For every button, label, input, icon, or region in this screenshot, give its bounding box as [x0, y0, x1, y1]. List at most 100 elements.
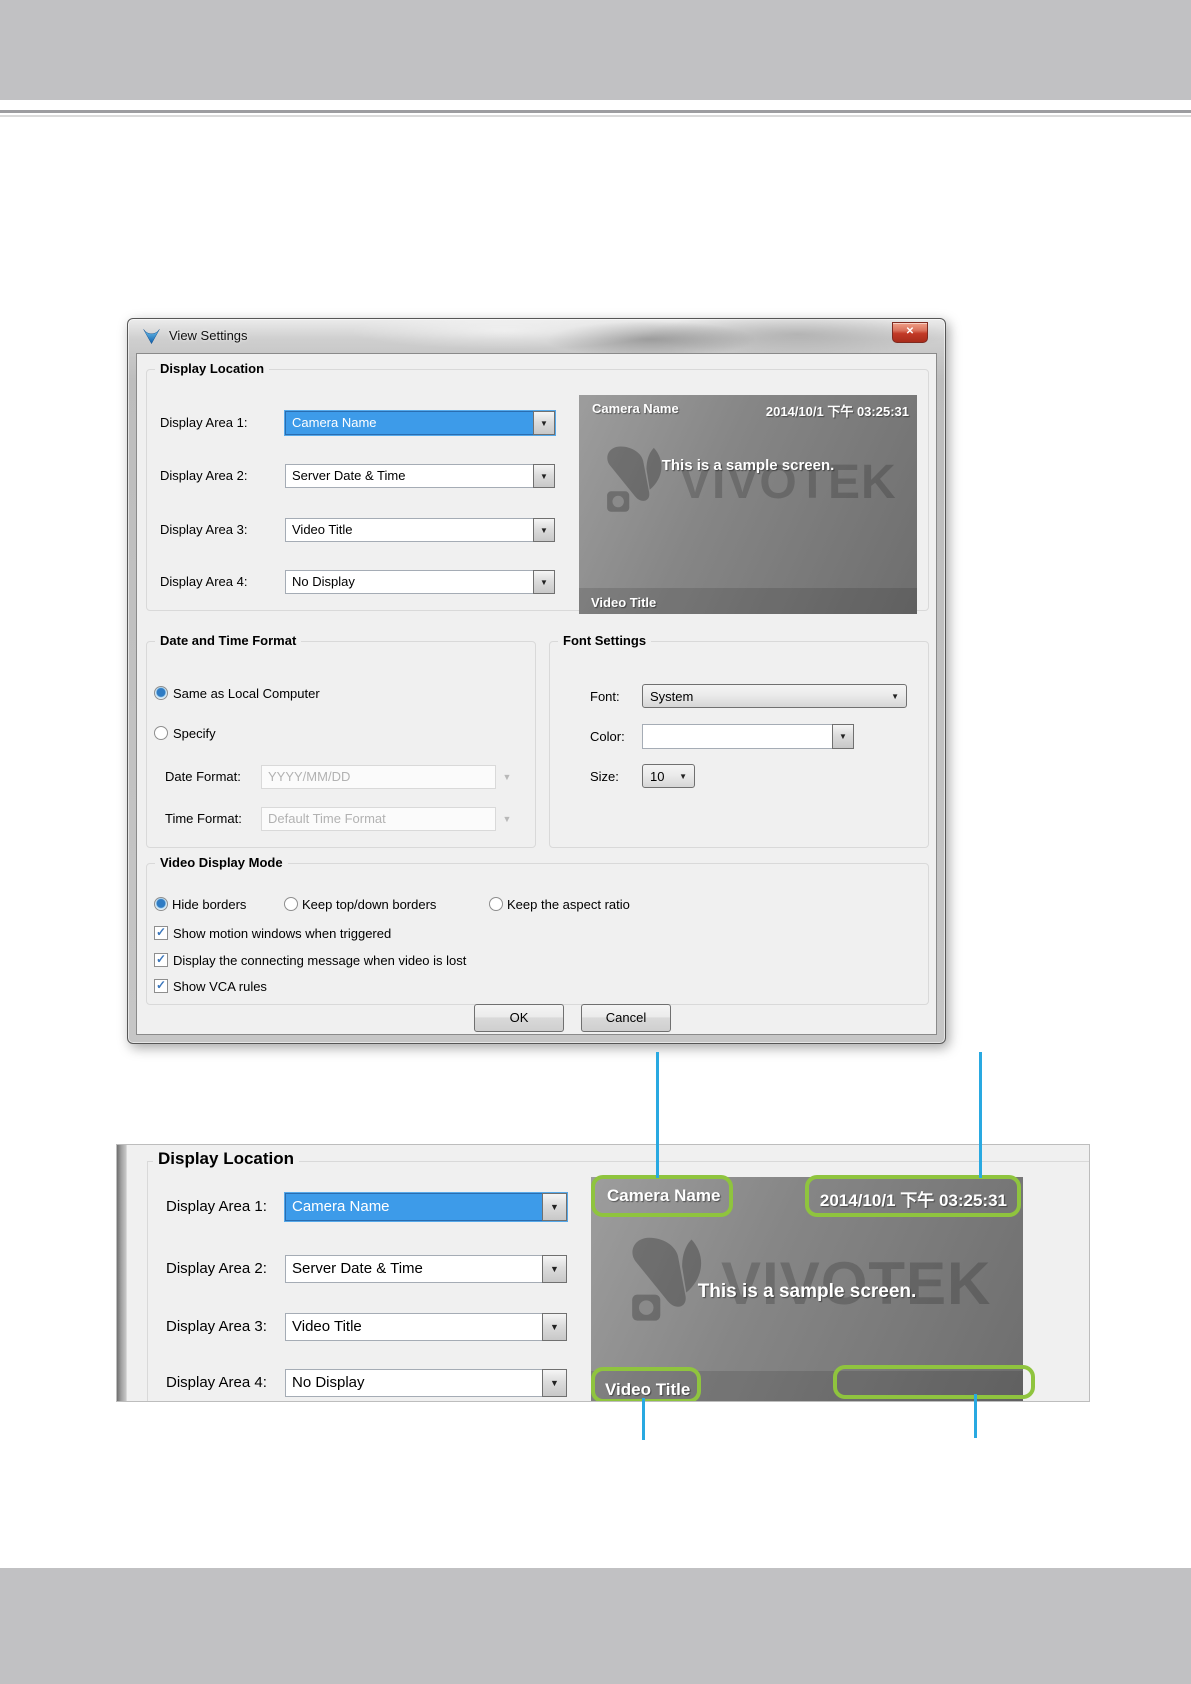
preview-sample-text-magnified: This is a sample screen.: [697, 1281, 917, 1302]
video-display-mode-group-label: Video Display Mode: [155, 855, 288, 870]
same-as-local-computer-radio[interactable]: [154, 686, 168, 700]
same-as-local-computer-label: Same as Local Computer: [173, 686, 320, 701]
sample-preview-screen: VIVOTEK Camera Name 2014/10/1 下午 03:25:3…: [579, 395, 917, 614]
callout-line-video-title: [642, 1398, 645, 1440]
color-label: Color:: [590, 729, 625, 744]
date-time-format-group-label: Date and Time Format: [155, 633, 302, 648]
display-area-4-empty-highlight-box: [833, 1365, 1035, 1399]
preview-camera-name: Camera Name: [592, 401, 679, 416]
close-button[interactable]: ✕: [892, 322, 928, 343]
show-motion-windows-label: Show motion windows when triggered: [173, 926, 392, 941]
display-location-group: Display Location Display Area 1: Camera …: [146, 361, 929, 614]
display-area-2-value-magnified: Server Date & Time: [285, 1255, 542, 1283]
magnified-display-location-crop: Display Location Display Area 1: Camera …: [116, 1144, 1090, 1402]
display-area-2-value: Server Date & Time: [285, 464, 533, 488]
chevron-down-icon: ▼: [540, 577, 548, 587]
date-format-select[interactable]: YYYY/MM/DD ▼: [261, 765, 518, 789]
check-icon: ✓: [155, 952, 167, 966]
time-format-select[interactable]: Default Time Format ▼: [261, 807, 518, 831]
callout-line-datetime: [979, 1052, 982, 1178]
camera-name-highlight-box: [591, 1175, 733, 1217]
preview-sample-text: This is a sample screen.: [661, 457, 835, 474]
callout-line-empty-area: [974, 1394, 977, 1438]
font-settings-group-label: Font Settings: [558, 633, 652, 648]
display-location-group-label: Display Location: [155, 361, 270, 376]
display-area-2-label-magnified: Display Area 2:: [166, 1260, 267, 1277]
display-location-group-label-magnified: Display Location: [153, 1149, 300, 1169]
color-select[interactable]: ▼: [642, 724, 854, 749]
display-area-2-select-magnified[interactable]: Server Date & Time ▼: [285, 1255, 567, 1283]
color-value: [642, 724, 832, 749]
aero-glass-effect: [128, 319, 945, 353]
preview-video-title: Video Title: [591, 595, 657, 610]
header-divider-line-light: [0, 115, 1191, 117]
font-select[interactable]: System ▼: [642, 684, 907, 708]
chevron-down-icon: ▼: [540, 418, 548, 428]
display-area-3-label: Display Area 3:: [160, 522, 248, 537]
vivotek-watermark-logo-icon: [632, 1237, 702, 1321]
display-area-2-select[interactable]: Server Date & Time ▼: [285, 464, 555, 488]
display-area-3-select-magnified[interactable]: Video Title ▼: [285, 1313, 567, 1341]
keep-topdown-borders-radio[interactable]: [284, 897, 298, 911]
display-area-3-select[interactable]: Video Title ▼: [285, 518, 555, 542]
chevron-down-icon: ▼: [502, 772, 512, 782]
display-area-3-value: Video Title: [285, 518, 533, 542]
callout-line-camera-name: [656, 1052, 659, 1178]
display-area-1-select-magnified[interactable]: Camera Name ▼: [285, 1193, 567, 1221]
size-label: Size:: [590, 769, 619, 784]
keep-aspect-ratio-radio[interactable]: [489, 897, 503, 911]
cancel-button[interactable]: Cancel: [581, 1004, 671, 1032]
display-area-1-value: Camera Name: [285, 411, 533, 435]
video-display-mode-group: Video Display Mode Hide borders Keep top…: [146, 855, 929, 1005]
header-divider-line: [0, 110, 1191, 113]
bottom-gray-band: [0, 1568, 1191, 1684]
hide-borders-radio[interactable]: [154, 897, 168, 911]
document-page: View Settings ✕ Display Location Display…: [0, 0, 1191, 1684]
size-value: 10: [650, 768, 665, 784]
ok-button[interactable]: OK: [474, 1004, 564, 1032]
date-format-label: Date Format:: [165, 769, 241, 784]
display-area-4-label: Display Area 4:: [160, 574, 248, 589]
display-area-4-label-magnified: Display Area 4:: [166, 1374, 267, 1391]
chevron-down-icon: ▼: [839, 732, 847, 741]
display-area-4-select-magnified[interactable]: No Display ▼: [285, 1369, 567, 1397]
chevron-down-icon: ▼: [550, 1264, 559, 1274]
show-motion-windows-checkbox[interactable]: ✓: [154, 926, 168, 940]
hide-borders-label: Hide borders: [172, 897, 247, 912]
chevron-down-icon: ▼: [540, 471, 548, 481]
chevron-down-icon: ▼: [550, 1322, 559, 1332]
display-connecting-message-checkbox[interactable]: ✓: [154, 953, 168, 967]
vivotek-logo-icon: [143, 329, 160, 345]
display-area-2-label: Display Area 2:: [160, 468, 248, 483]
display-area-4-select[interactable]: No Display ▼: [285, 570, 555, 594]
keep-topdown-borders-label: Keep top/down borders: [302, 897, 437, 912]
font-settings-group: Font Settings Font: System ▼ Color: ▼ Si…: [549, 633, 929, 848]
font-label: Font:: [590, 689, 620, 704]
close-icon: ✕: [905, 326, 915, 337]
dialog-client-area: Display Location Display Area 1: Camera …: [136, 353, 937, 1035]
display-area-1-label: Display Area 1:: [160, 415, 248, 430]
specify-radio[interactable]: [154, 726, 168, 740]
display-area-3-value-magnified: Video Title: [285, 1313, 542, 1341]
display-area-1-select[interactable]: Camera Name ▼: [285, 411, 555, 435]
show-vca-rules-checkbox[interactable]: ✓: [154, 979, 168, 993]
vivotek-watermark-logo-icon: [607, 446, 662, 512]
time-format-label: Time Format:: [165, 811, 242, 826]
chevron-down-icon: ▼: [891, 691, 899, 701]
chevron-down-icon: ▼: [550, 1378, 559, 1388]
show-vca-rules-label: Show VCA rules: [173, 979, 267, 994]
chevron-down-icon: ▼: [502, 814, 512, 824]
dialog-title: View Settings: [169, 328, 248, 343]
display-area-4-value: No Display: [285, 570, 533, 594]
size-select[interactable]: 10 ▼: [642, 764, 695, 788]
display-connecting-message-label: Display the connecting message when vide…: [173, 953, 467, 968]
chevron-down-icon: ▼: [550, 1202, 559, 1212]
chevron-down-icon: ▼: [679, 771, 687, 781]
display-area-1-label-magnified: Display Area 1:: [166, 1198, 267, 1215]
datetime-highlight-box: [805, 1175, 1021, 1217]
date-format-value: YYYY/MM/DD: [261, 765, 496, 789]
dialog-titlebar[interactable]: View Settings ✕: [128, 319, 945, 353]
keep-aspect-ratio-label: Keep the aspect ratio: [507, 897, 630, 912]
time-format-value: Default Time Format: [261, 807, 496, 831]
check-icon: ✓: [155, 978, 167, 992]
